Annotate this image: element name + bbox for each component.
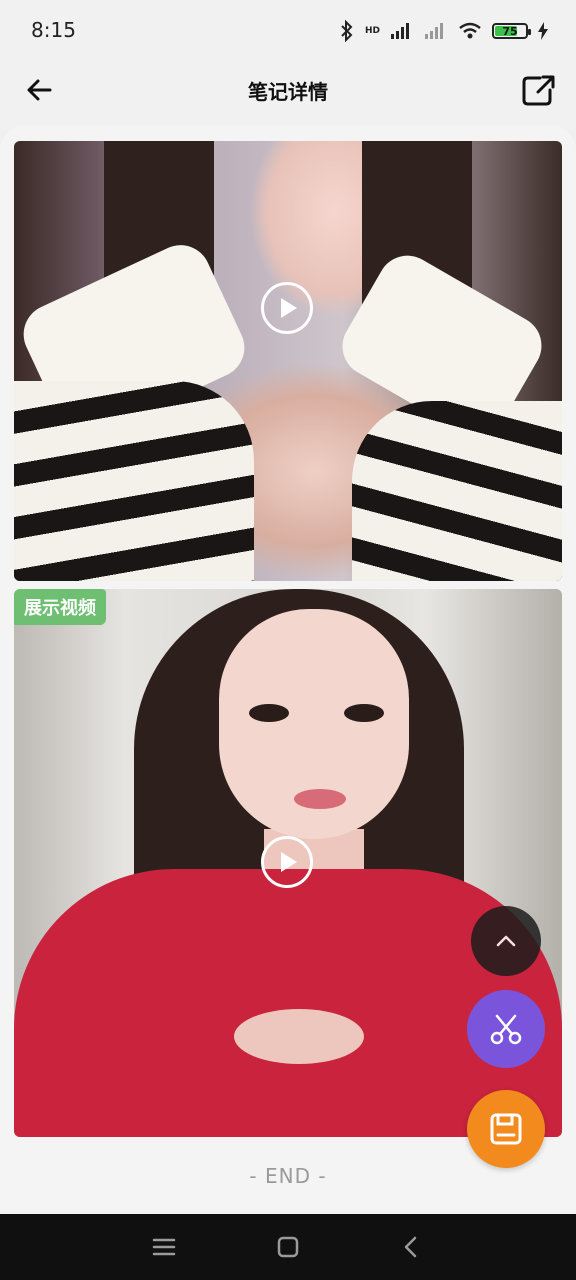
status-bar: 8:15 HD 75 — [0, 0, 576, 60]
menu-icon[interactable] — [151, 1234, 177, 1260]
scissors-icon — [490, 1014, 522, 1045]
video-item-1[interactable] — [14, 141, 562, 581]
signal-2-icon — [425, 23, 443, 39]
save-button[interactable] — [467, 1090, 545, 1168]
page-title: 笔记详情 — [248, 80, 328, 104]
back-nav-icon[interactable] — [398, 1234, 424, 1260]
network-type-label: HD — [364, 26, 380, 36]
battery-level: 75 — [502, 24, 518, 38]
charging-icon — [538, 22, 548, 40]
share-icon[interactable] — [518, 70, 558, 110]
video-badge: 展示视频 — [14, 589, 106, 625]
signal-icon — [391, 23, 409, 39]
header: 笔记详情 — [0, 60, 576, 130]
wifi-icon — [459, 22, 481, 39]
system-nav-bar — [0, 1214, 576, 1280]
bluetooth-icon — [341, 20, 353, 42]
save-icon — [490, 1113, 522, 1145]
play-icon[interactable] — [261, 282, 313, 334]
end-label: - END - — [249, 1164, 327, 1188]
chevron-up-icon — [496, 935, 516, 947]
play-icon[interactable] — [261, 836, 313, 888]
status-time: 8:15 — [31, 18, 76, 42]
battery-icon: 75 — [492, 23, 531, 39]
cut-button[interactable] — [467, 990, 545, 1068]
status-icons: HD 75 — [339, 18, 548, 44]
scroll-top-button[interactable] — [471, 906, 541, 976]
home-icon[interactable] — [275, 1234, 301, 1260]
